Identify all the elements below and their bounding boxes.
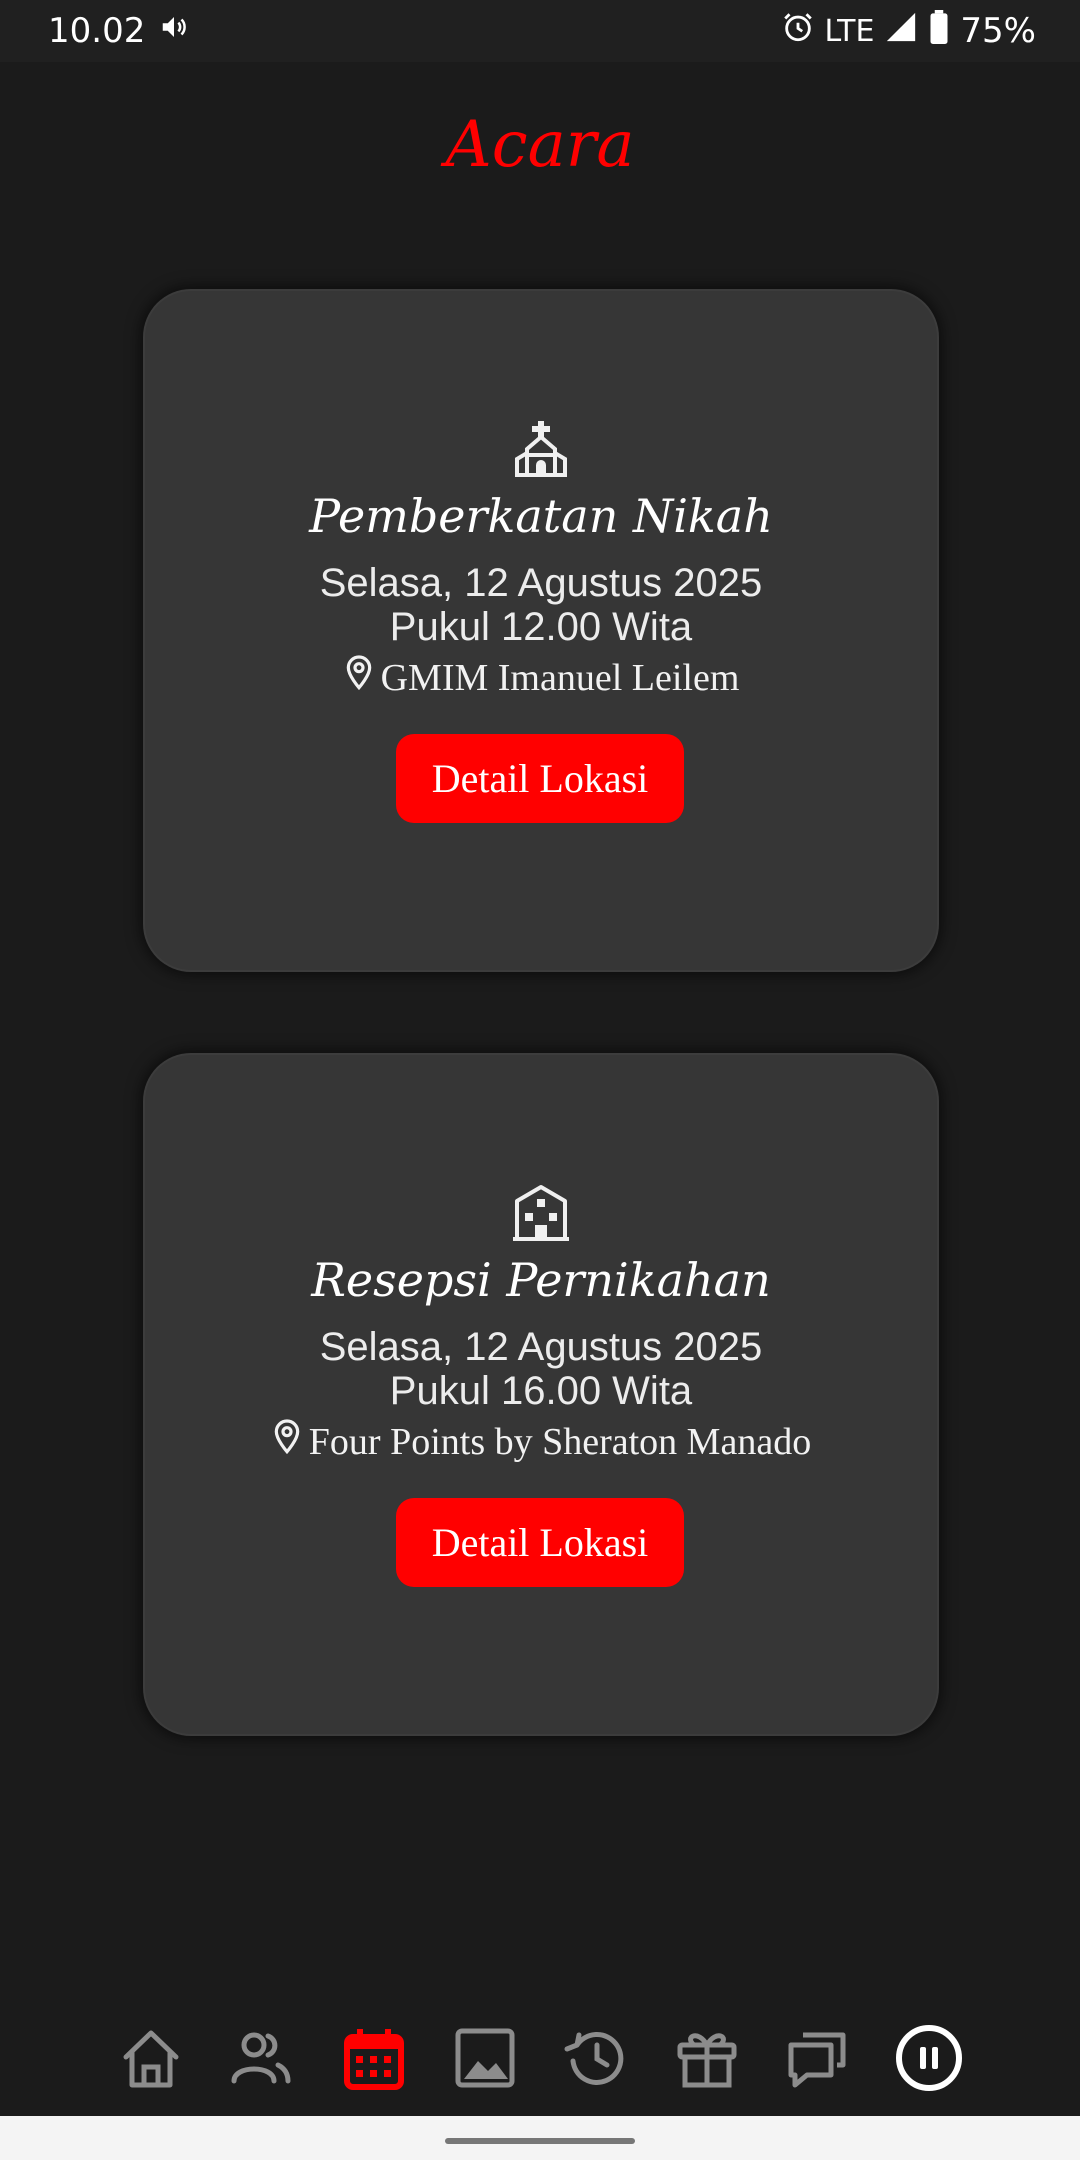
signal-icon [884,10,918,53]
event-venue: GMIM Imanuel Leilem [143,654,939,702]
event-time: Pukul 12.00 Wita [389,605,693,649]
nav-couple-button[interactable] [223,2020,299,2100]
history-icon [563,2025,629,2096]
status-time: 10.02 [48,11,146,51]
venue-name: GMIM Imanuel Leilem [380,657,740,699]
battery-icon [928,9,950,53]
nav-gift-button[interactable] [669,2020,745,2100]
event-time: Pukul 16.00 Wita [389,1369,693,1413]
gallery-icon [452,2025,518,2096]
event-card: Pemberkatan Nikah Selasa, 12 Agustus 202… [143,289,939,972]
gift-icon [674,2025,740,2096]
event-venue: Four Points by Sheraton Manado [143,1418,939,1466]
alarm-icon [781,10,815,53]
status-bar-right: LTE 75% [781,9,1036,53]
status-bar: 10.02 LTE 75% [0,0,1080,62]
detail-location-button[interactable]: Detail Lokasi [396,1498,684,1587]
calendar-icon [341,2025,407,2096]
chat-icon [785,2025,851,2096]
event-date: Selasa, 12 Agustus 2025 [319,1325,763,1369]
church-icon [511,419,571,479]
event-name: Resepsi Pernikahan [311,1253,771,1307]
pause-icon [894,2023,964,2098]
event-card: Resepsi Pernikahan Selasa, 12 Agustus 20… [143,1053,939,1736]
event-date: Selasa, 12 Agustus 2025 [319,561,763,605]
venue-name: Four Points by Sheraton Manado [308,1421,812,1463]
nav-story-button[interactable] [558,2020,634,2100]
detail-location-button[interactable]: Detail Lokasi [396,734,684,823]
nav-gallery-button[interactable] [447,2020,523,2100]
battery-level: 75% [960,11,1036,51]
bottom-navigation [0,2020,1080,2105]
nav-home-button[interactable] [113,2020,189,2100]
home-indicator[interactable] [445,2138,635,2144]
page-title: Acara [445,108,635,182]
nav-event-button[interactable] [336,2020,412,2100]
network-type: LTE [824,13,875,49]
event-name: Pemberkatan Nikah [309,489,773,543]
map-pin-icon [271,1418,303,1466]
nav-guestbook-button[interactable] [780,2020,856,2100]
volume-icon [159,11,189,51]
users-icon [228,2025,294,2096]
status-bar-left: 10.02 [48,11,189,51]
building-icon [511,1183,571,1243]
map-pin-icon [343,654,375,702]
home-icon [118,2025,184,2096]
music-pause-button[interactable] [891,2020,967,2100]
